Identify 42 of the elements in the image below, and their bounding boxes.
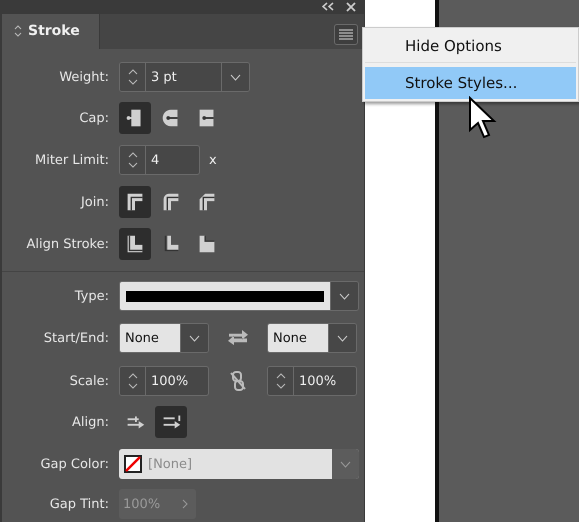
field-label: Gap Tint: [48, 496, 110, 512]
caret-icon [189, 334, 200, 342]
end-dropdown[interactable]: None [267, 323, 357, 353]
field-label: Join: [79, 194, 110, 210]
field-label: Miter Limit: [34, 152, 110, 168]
field-label: Type: [74, 288, 110, 304]
field-label: Scale: [68, 374, 110, 388]
start-scale-field[interactable]: 100% [119, 366, 209, 396]
field-label: Align Stroke: [25, 236, 110, 252]
align-option-button[interactable] [155, 406, 187, 438]
align-stroke-option-button[interactable] [119, 228, 151, 260]
none-swatch-icon [124, 455, 142, 473]
menu-item[interactable]: Hide Options [365, 30, 576, 63]
menu-item[interactable]: Stroke Styles... [365, 67, 576, 99]
caret-icon [337, 334, 348, 342]
field-label: Gap Color: [39, 456, 110, 472]
caret-icon [340, 460, 351, 468]
gap-color-value: [None] [148, 456, 192, 472]
miter-limit-field[interactable]: 4 [119, 145, 200, 175]
cap-option-button[interactable] [119, 102, 151, 134]
unlinked-chain-icon[interactable] [230, 370, 246, 392]
collapse-icon[interactable] [322, 2, 334, 12]
expand-collapse-icon [14, 25, 22, 38]
caret-icon [230, 74, 241, 80]
close-icon[interactable] [346, 2, 356, 12]
swap-arrows-icon[interactable] [227, 329, 249, 347]
panel-menu-button[interactable] [334, 24, 358, 45]
menu-icon [339, 28, 353, 40]
start-dropdown[interactable]: None [119, 323, 209, 353]
join-option-button[interactable] [119, 186, 151, 218]
caret-icon [339, 292, 350, 300]
field-label: Weight: [58, 70, 110, 84]
end-scale-field[interactable]: 100% [267, 366, 357, 396]
panel-title: Stroke [28, 23, 80, 40]
pointer-cursor-icon [468, 96, 498, 140]
unit-text: x [209, 152, 217, 168]
stroke-type-dropdown[interactable] [119, 281, 359, 311]
field-label: Start/End: [42, 330, 110, 346]
weight-field[interactable]: 3 pt [119, 62, 250, 92]
panel-tab[interactable]: Stroke [2, 14, 100, 49]
field-label: Cap: [78, 110, 110, 126]
field-label: Align: [71, 414, 110, 430]
